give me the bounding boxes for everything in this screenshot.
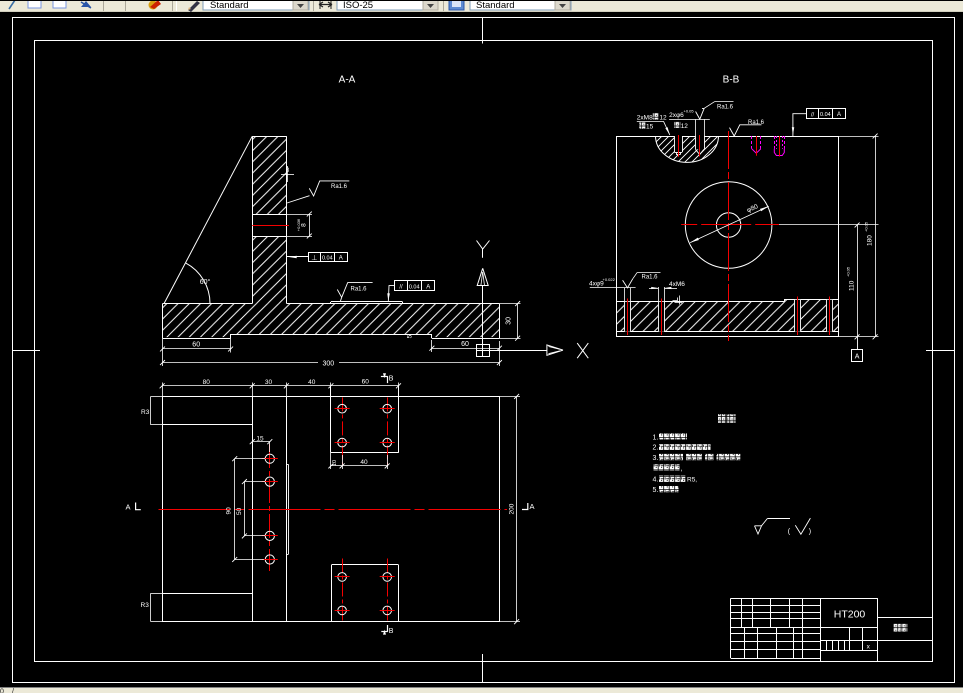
svg-text:12: 12 [659, 115, 667, 122]
svg-text:B: B [389, 628, 394, 635]
svg-text:Ra1.6: Ra1.6 [717, 104, 734, 110]
svg-text://: // [811, 112, 815, 118]
svg-text:10: 10 [332, 460, 338, 466]
svg-text:HT200: HT200 [834, 609, 866, 621]
svg-text:0: 0 [0, 689, 4, 693]
svg-text:Ra1.6: Ra1.6 [642, 275, 659, 281]
svg-text:15: 15 [256, 435, 264, 442]
svg-text:50: 50 [236, 507, 243, 515]
svg-text:30: 30 [265, 379, 273, 386]
svg-text:A: A [855, 353, 860, 360]
svg-text:4xM6: 4xM6 [669, 281, 685, 288]
svg-text:180: 180 [867, 235, 874, 246]
svg-text:R3: R3 [141, 602, 150, 609]
svg-text:B-B: B-B [723, 75, 740, 86]
svg-text:200: 200 [509, 503, 516, 514]
svg-text://: // [399, 285, 403, 291]
svg-text:/: / [12, 689, 14, 693]
svg-text:+0.022: +0.022 [603, 277, 616, 282]
svg-text:A: A [426, 284, 430, 290]
svg-text:B: B [389, 376, 394, 383]
svg-text:110: 110 [849, 280, 856, 291]
svg-text:80: 80 [203, 379, 211, 386]
svg-text:4.: 4. [653, 477, 659, 484]
svg-text:5.: 5. [653, 487, 659, 494]
svg-text:8: 8 [301, 223, 308, 227]
svg-text:+0.05: +0.05 [846, 266, 851, 277]
svg-text:A: A [126, 503, 131, 512]
svg-text:A: A [530, 502, 535, 511]
svg-text:40: 40 [360, 459, 368, 466]
svg-text:2xφ6: 2xφ6 [669, 112, 684, 119]
svg-text:⊥: ⊥ [311, 255, 317, 262]
svg-text:A: A [837, 112, 841, 118]
svg-text:): ) [809, 529, 811, 536]
svg-text:5: 5 [407, 334, 414, 338]
svg-text:,: , [681, 466, 683, 473]
svg-text:0.04: 0.04 [322, 256, 333, 262]
svg-text:0.04: 0.04 [820, 112, 831, 118]
svg-text:ISO-25: ISO-25 [343, 1, 373, 11]
svg-text:15: 15 [646, 124, 654, 131]
svg-text:R3: R3 [141, 409, 150, 416]
svg-text:60: 60 [461, 341, 469, 348]
svg-text:60: 60 [192, 342, 200, 349]
svg-text:2xM8: 2xM8 [637, 115, 653, 122]
svg-text:+0.036: +0.036 [296, 218, 301, 231]
svg-text:+0.05: +0.05 [864, 221, 869, 232]
svg-text:Ra1.6: Ra1.6 [351, 287, 368, 293]
svg-text:Ra1.6: Ra1.6 [331, 184, 348, 190]
svg-text:1.: 1. [653, 434, 659, 441]
svg-text:60°: 60° [200, 278, 211, 286]
svg-text:40: 40 [308, 379, 316, 386]
svg-text:3.: 3. [653, 455, 659, 462]
svg-text:90: 90 [225, 507, 232, 515]
svg-text:30: 30 [506, 317, 513, 325]
svg-text:Standard: Standard [476, 1, 515, 11]
svg-text:60: 60 [362, 379, 370, 386]
svg-text:A-A: A-A [339, 75, 356, 86]
svg-text:Ra1.6: Ra1.6 [748, 120, 765, 126]
svg-text:A: A [339, 256, 343, 262]
svg-text:2.: 2. [653, 445, 659, 452]
svg-text:R5,: R5, [687, 477, 697, 484]
svg-text:0.04: 0.04 [409, 284, 420, 290]
svg-text:+0.05: +0.05 [684, 109, 695, 114]
svg-text:12: 12 [681, 123, 689, 130]
svg-text:Standard: Standard [210, 1, 249, 11]
svg-text:300: 300 [322, 361, 334, 368]
